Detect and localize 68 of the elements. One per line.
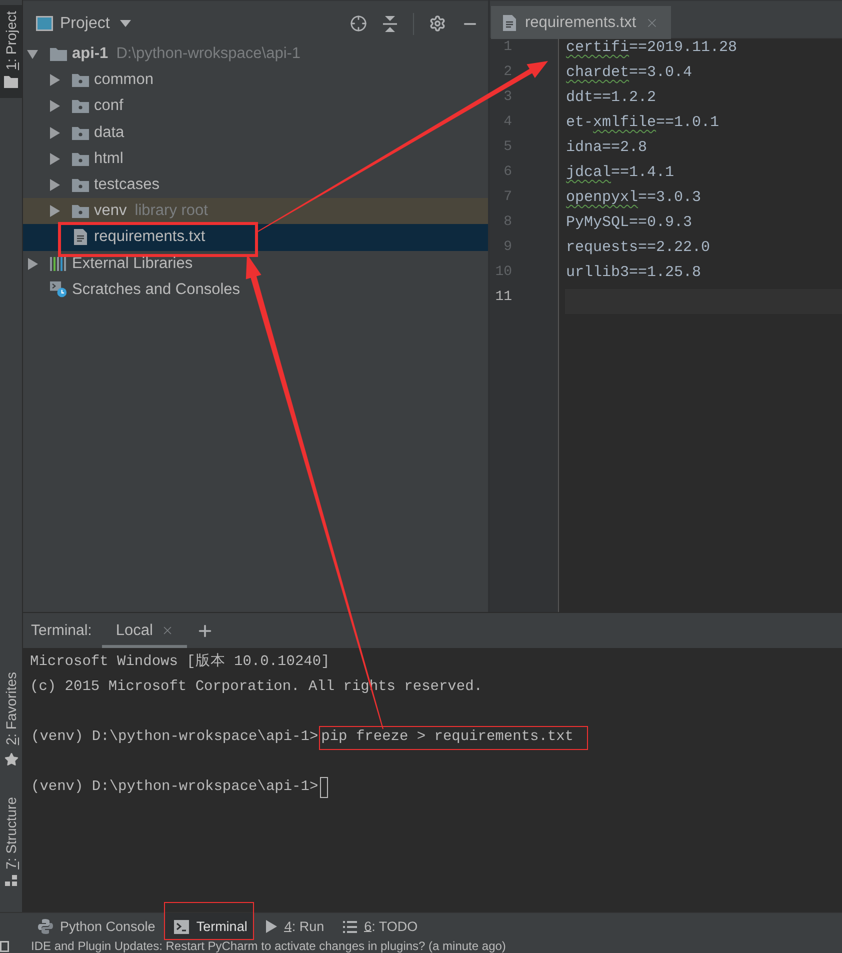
collapse-arrow-icon[interactable] — [49, 100, 60, 112]
code-line: ddt==1.2.2 — [565, 89, 658, 108]
tool-window-tab[interactable]: Python Console — [28, 913, 162, 940]
terminal-command: pip freeze > requirements.txt — [319, 726, 588, 750]
collapse-arrow-icon[interactable] — [49, 126, 60, 139]
file-icon — [74, 229, 87, 246]
status-message: IDE and Plugin Updates: Restart PyCharm to activate changes in plugins? (a minute ago) — [31, 940, 506, 953]
code-line: urllib3==1.25.8 — [565, 264, 702, 283]
settings-icon[interactable] — [429, 15, 446, 32]
file-icon — [503, 14, 516, 30]
tool-window-tab[interactable]: 1: Project — [0, 5, 22, 98]
play-icon — [266, 920, 278, 933]
terminal-output: Microsoft Windows [版本 10.0.10240] — [30, 652, 331, 672]
tool-window-tab[interactable]: Terminal — [164, 913, 254, 940]
tree-item[interactable]: data — [23, 120, 488, 146]
code-line: idna==2.8 — [565, 139, 648, 158]
code-line: openpyxl==3.0.3 — [565, 189, 702, 208]
project-path: D:\python-wrokspace\api-1 — [116, 45, 301, 64]
terminal-prompt: (venv) D:\python-wrokspace\api-1> — [30, 728, 320, 747]
expand-arrow-icon[interactable] — [27, 48, 38, 60]
folder-icon — [50, 47, 67, 62]
code-line: requests==2.22.0 — [565, 239, 712, 258]
panel-title: Terminal: — [31, 622, 92, 639]
collapse-arrow-icon[interactable] — [49, 74, 60, 86]
collapse-all-icon[interactable] — [382, 16, 398, 32]
collapse-arrow-icon[interactable] — [49, 152, 60, 165]
star-icon — [4, 752, 18, 767]
terminal-prompt: (venv) D:\python-wrokspace\api-1> — [30, 778, 320, 797]
tree-item[interactable]: testcases — [23, 172, 488, 198]
tree-item[interactable]: requirements.txt — [23, 224, 488, 250]
tree-item[interactable]: Scratches and Consoles — [23, 276, 488, 303]
window-icon — [36, 16, 53, 31]
tree-item[interactable]: common — [23, 67, 488, 94]
terminal-icon — [174, 920, 190, 934]
folder-icon — [4, 76, 18, 88]
folder-icon — [72, 126, 89, 140]
code-line: PyMySQL==0.9.3 — [565, 214, 694, 233]
crosshair-icon[interactable] — [350, 15, 367, 32]
bars-icon — [50, 256, 67, 272]
tree-item[interactable]: html — [23, 146, 488, 172]
code-line: chardet==3.0.4 — [565, 64, 694, 83]
folder-icon — [72, 204, 89, 218]
code-line: et-xmlfile==1.0.1 — [565, 114, 720, 133]
console-clock-icon — [50, 280, 67, 300]
library-note: library root — [134, 202, 208, 220]
tool-window-tab[interactable]: 6: TODO — [333, 913, 425, 940]
line-number: 11 — [494, 289, 513, 307]
editor-tab[interactable]: requirements.txt — [491, 6, 672, 39]
view-selector[interactable]: Project — [53, 14, 131, 32]
collapse-arrow-icon[interactable] — [49, 205, 60, 218]
folder-icon — [72, 152, 89, 166]
folder-icon — [72, 178, 89, 192]
tree-item[interactable]: conf — [23, 93, 488, 120]
logo-icon — [38, 919, 53, 934]
caret-icon — [120, 20, 131, 27]
tree-item[interactable]: External Libraries — [23, 250, 488, 277]
list-icon — [343, 920, 358, 932]
tree-item[interactable]: venv library root — [23, 198, 488, 224]
tool-window-tab[interactable]: 4: Run — [256, 913, 332, 940]
folder-icon — [72, 73, 89, 88]
collapse-arrow-icon[interactable] — [27, 258, 38, 270]
collapse-arrow-icon[interactable] — [49, 179, 60, 192]
tree-item[interactable]: api-1 D:\python-wrokspace\api-1 — [23, 41, 488, 68]
square-icon — [0, 941, 9, 952]
code-line: jdcal==1.4.1 — [565, 164, 676, 183]
folder-icon — [72, 99, 89, 114]
blocks-icon — [5, 875, 17, 886]
code-line: certifi==2019.11.28 — [565, 39, 738, 58]
